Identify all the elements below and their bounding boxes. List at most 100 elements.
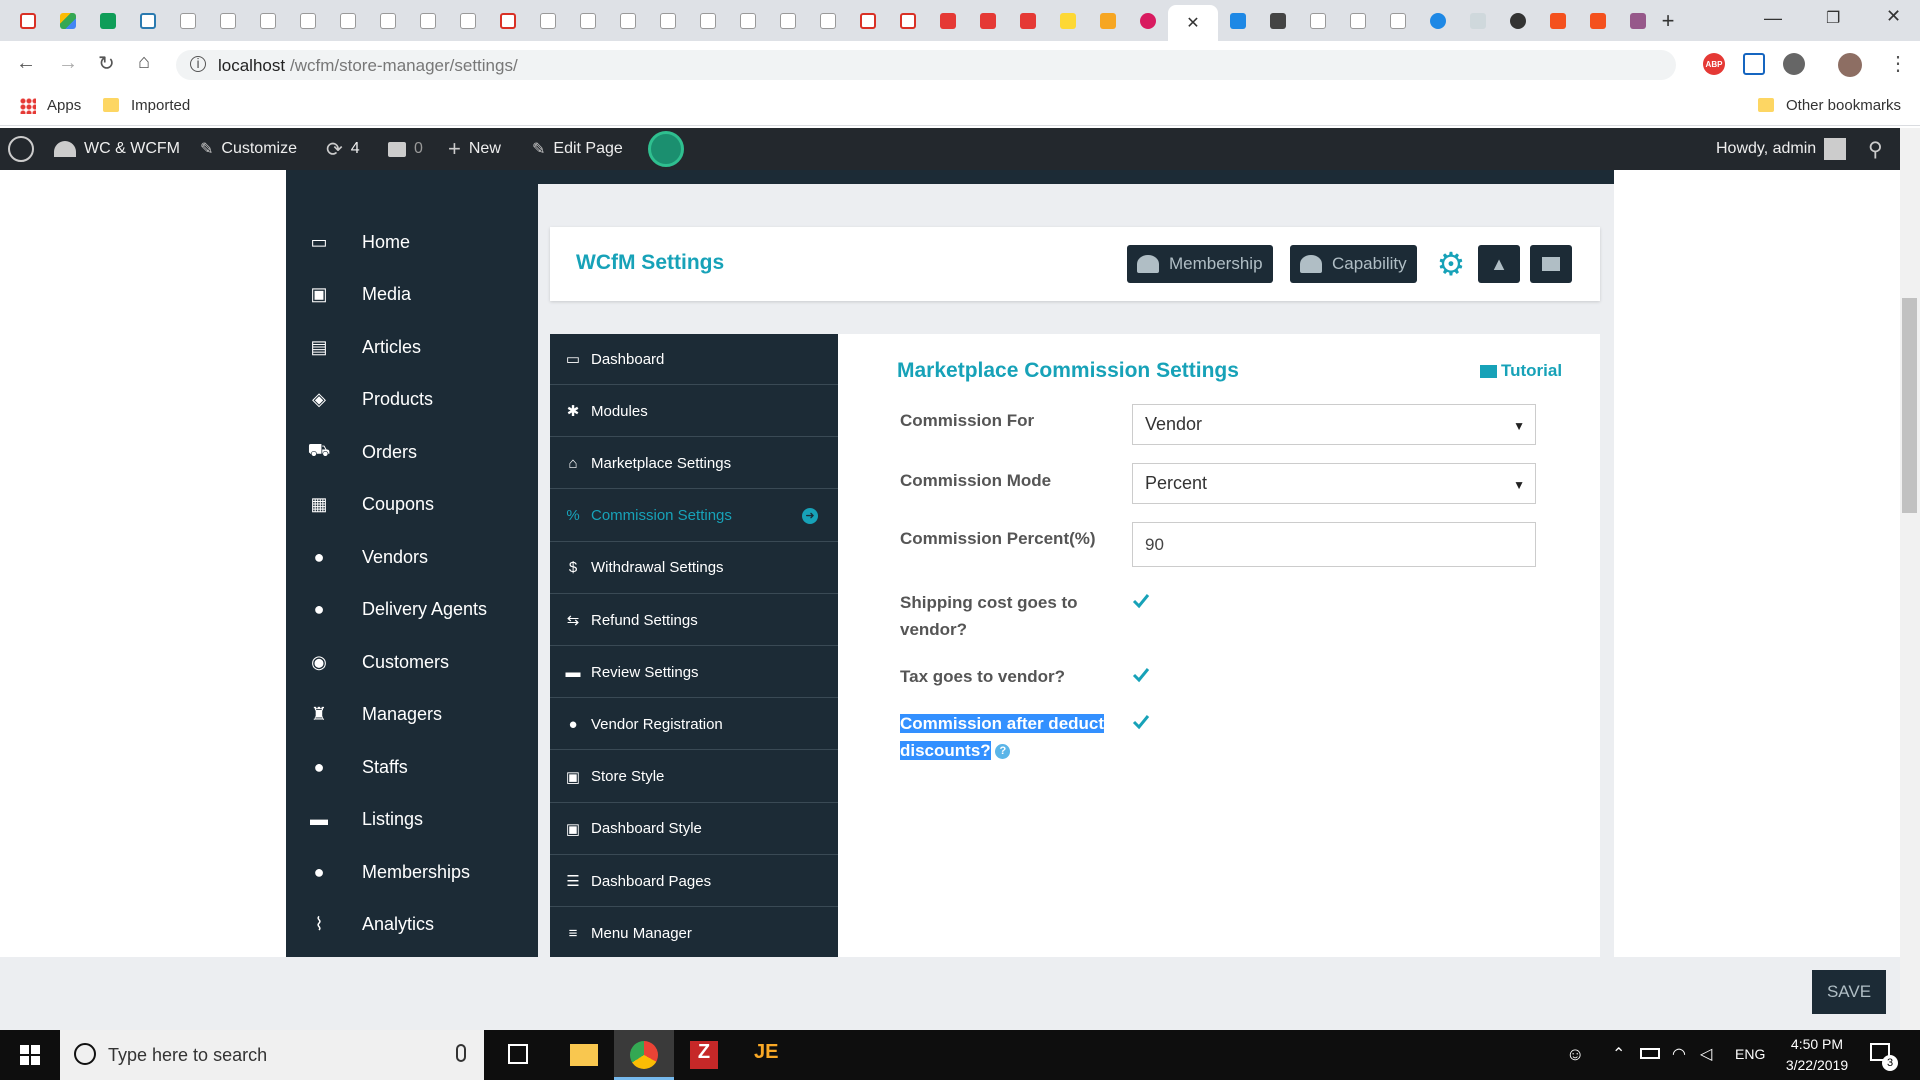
help-icon[interactable]: ? (995, 744, 1011, 760)
taskbar-search[interactable]: Type here to search (60, 1030, 484, 1080)
tab-generic[interactable] (1458, 8, 1498, 34)
tab-generic[interactable] (1298, 8, 1338, 34)
wp-account[interactable]: Howdy, admin (1716, 128, 1847, 170)
tab-orange[interactable] (1538, 8, 1578, 34)
membership-button[interactable]: Membership (1127, 245, 1273, 283)
shipping-checkbox[interactable] (1131, 591, 1151, 611)
tab-generic[interactable] (1378, 8, 1418, 34)
save-button[interactable]: SAVE (1812, 970, 1886, 1014)
tab-generic[interactable] (528, 8, 568, 34)
people-icon[interactable]: ☺ (1566, 1044, 1584, 1065)
sidebar-item-home[interactable]: ▭ Home (306, 222, 410, 262)
sidebar-item-customers[interactable]: ◉ Customers (306, 642, 449, 682)
sidebar-item-vendors[interactable]: ● Vendors (306, 537, 429, 577)
taskbar-chrome[interactable] (614, 1030, 674, 1080)
sidebar-item-listings[interactable]: ▬ Listings (306, 800, 423, 840)
sidebar-item-media[interactable]: ▣ Media (306, 275, 411, 315)
scrollbar-thumb[interactable] (1902, 298, 1917, 513)
graduation-cap-button[interactable]: ▲ (1478, 245, 1520, 283)
sidebar-item-memberships[interactable]: ● Memberships (306, 852, 470, 892)
wp-search[interactable]: ⚲ (1868, 128, 1883, 170)
tab-drive[interactable] (48, 8, 88, 34)
tab-generic[interactable] (608, 8, 648, 34)
battery-icon[interactable] (1640, 1048, 1660, 1059)
tab-generic[interactable] (768, 8, 808, 34)
tab-generic[interactable] (408, 8, 448, 34)
tab-yellow[interactable] (1048, 8, 1088, 34)
adblock-icon[interactable]: ABP (1703, 53, 1725, 75)
tab-sheets[interactable] (88, 8, 128, 34)
sidebar-item-articles[interactable]: ▤ Articles (306, 327, 421, 367)
tax-checkbox[interactable] (1131, 665, 1151, 685)
tab-generic[interactable] (208, 8, 248, 34)
wp-new-link[interactable]: + New (448, 128, 501, 170)
tab-active[interactable]: ✕ (1168, 5, 1218, 41)
tab-generic[interactable] (568, 8, 608, 34)
tab-pma[interactable] (1088, 8, 1128, 34)
tab-generic[interactable] (288, 8, 328, 34)
settings-nav-dashboard-pages[interactable]: ☰ Dashboard Pages (550, 856, 838, 907)
capability-button[interactable]: Capability (1290, 245, 1417, 283)
volume-icon[interactable]: ◁ (1700, 1044, 1712, 1064)
wp-updates-link[interactable]: ⟳ 4 (326, 128, 360, 170)
tab-pink[interactable] (1128, 8, 1168, 34)
back-icon[interactable]: ← (16, 52, 36, 75)
settings-nav-marketplace-settings[interactable]: ⌂ Marketplace Settings (550, 438, 838, 490)
sidebar-item-coupons[interactable]: ▦ Coupons (306, 485, 434, 525)
extension-icon[interactable] (1743, 53, 1765, 75)
commission-mode-select[interactable]: Percent ▼ (1132, 463, 1536, 504)
tab-generic[interactable] (368, 8, 408, 34)
tab-ibb[interactable] (1218, 8, 1258, 34)
tab-dark[interactable] (1498, 8, 1538, 34)
menu-kebab-icon[interactable]: ⋮ (1888, 51, 1908, 76)
gear-icon[interactable]: ⚙ (1434, 246, 1468, 282)
tab-gmail[interactable] (888, 8, 928, 34)
settings-nav-store-style[interactable]: ▣ Store Style (550, 752, 838, 803)
tab-generic[interactable] (1338, 8, 1378, 34)
tab-generic[interactable] (168, 8, 208, 34)
tab-generic[interactable] (128, 8, 168, 34)
video-button[interactable] (1530, 245, 1572, 283)
settings-nav-withdrawal-settings[interactable]: $ Withdrawal Settings (550, 543, 838, 594)
extension-icon[interactable] (1783, 53, 1805, 75)
settings-nav-review-settings[interactable]: ▬ Review Settings (550, 647, 838, 699)
wifi-icon[interactable]: ◠ (1672, 1044, 1686, 1064)
info-icon[interactable]: i (190, 56, 206, 72)
tab-dark[interactable] (1258, 8, 1298, 34)
tab-gmail[interactable] (848, 8, 888, 34)
commission-for-select[interactable]: Vendor ▼ (1132, 404, 1536, 445)
tab-generic[interactable] (808, 8, 848, 34)
address-bar[interactable]: i localhost /wcfm/store-manager/settings… (176, 50, 1676, 80)
settings-nav-vendor-registration[interactable]: ● Vendor Registration (550, 699, 838, 751)
close-icon[interactable]: ✕ (1186, 13, 1199, 33)
tab-globe[interactable] (1418, 8, 1458, 34)
wcfm-badge[interactable] (648, 128, 684, 170)
sidebar-item-analytics[interactable]: ⌇ Analytics (306, 905, 434, 945)
minimize-button[interactable]: — (1764, 8, 1782, 29)
file-explorer-icon[interactable] (570, 1044, 598, 1066)
tab-generic[interactable] (448, 8, 488, 34)
avatar[interactable] (1838, 53, 1862, 77)
sidebar-item-delivery-agents[interactable]: ● Delivery Agents (306, 590, 488, 630)
settings-nav-dashboard[interactable]: ▭ Dashboard (550, 334, 838, 385)
settings-nav-dashboard-style[interactable]: ▣ Dashboard Style (550, 804, 838, 855)
tab-pdf[interactable] (968, 8, 1008, 34)
wp-logo[interactable] (8, 128, 34, 170)
clock-time[interactable]: 4:50 PM (1786, 1036, 1848, 1052)
sidebar-item-staffs[interactable]: ● Staffs (306, 747, 408, 787)
tab-generic[interactable] (248, 8, 288, 34)
sidebar-item-orders[interactable]: ⛟ Orders (306, 432, 417, 472)
settings-nav-modules[interactable]: ✱ Modules (550, 386, 838, 438)
windows-start-icon[interactable] (20, 1045, 40, 1065)
tab-orange[interactable] (1578, 8, 1618, 34)
microphone-icon[interactable] (456, 1044, 466, 1062)
bookmark-imported[interactable]: Imported (131, 97, 190, 114)
wp-site-link[interactable]: WC & WCFM (54, 128, 180, 170)
home-icon[interactable]: ⌂ (138, 51, 150, 74)
scrollbar[interactable] (1900, 128, 1920, 1030)
chevron-up-icon[interactable]: ⌃ (1612, 1044, 1625, 1064)
reload-icon[interactable]: ↻ (98, 51, 115, 76)
settings-nav-commission-settings[interactable]: % Commission Settings ➜ (550, 491, 838, 542)
tutorial-link[interactable]: Tutorial (1480, 361, 1562, 381)
commission-percent-input[interactable] (1132, 522, 1536, 567)
